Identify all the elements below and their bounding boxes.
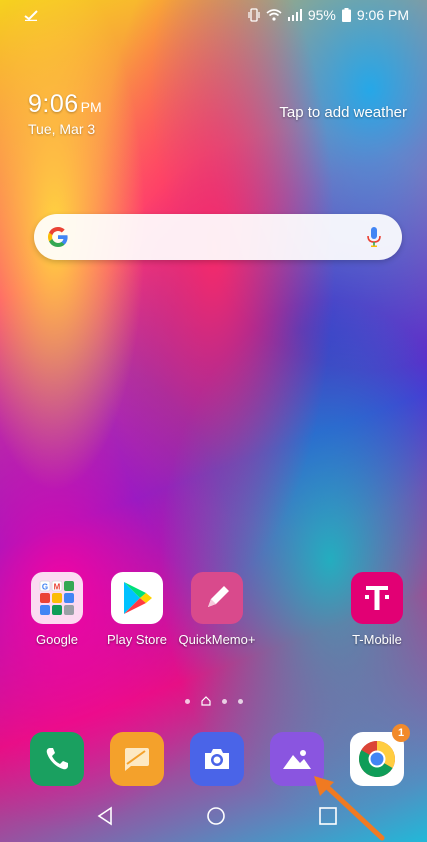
status-bar: 95% 9:06 PM (0, 0, 427, 30)
battery-icon (341, 8, 351, 22)
app-label: QuickMemo+ (178, 632, 256, 647)
play-store-icon (111, 572, 163, 624)
home-icon[interactable] (206, 806, 226, 826)
navigation-bar (0, 800, 427, 834)
google-folder-icon: G M (31, 572, 83, 624)
wifi-icon (266, 9, 282, 21)
recents-icon[interactable] (318, 806, 338, 826)
vibrate-icon (248, 8, 260, 22)
page-dot (184, 698, 190, 704)
page-indicator (0, 696, 427, 706)
phone-icon[interactable] (30, 732, 84, 786)
weather-widget[interactable]: Tap to add weather (279, 104, 407, 121)
svg-text:G: G (42, 583, 48, 592)
app-play-store[interactable]: Play Store (94, 572, 180, 647)
t-mobile-icon (351, 572, 403, 624)
clock-widget[interactable]: 9:06 PM Tue, Mar 3 (28, 90, 102, 137)
clock-ampm: PM (80, 99, 102, 115)
signal-icon (287, 9, 302, 21)
clock-date: Tue, Mar 3 (28, 121, 96, 137)
home-apps-row: G M Google Play Store QuickMemo+ T-Mobil… (0, 572, 427, 652)
svg-text:M: M (54, 583, 61, 592)
google-search-bar[interactable] (34, 214, 402, 260)
back-icon[interactable] (96, 806, 114, 826)
checkmark-notification-icon (24, 10, 38, 21)
notification-badge: 1 (392, 724, 410, 742)
page-dot (221, 698, 227, 704)
clock-time: 9:06 (28, 90, 79, 118)
app-label: Play Store (107, 632, 167, 647)
app-label: Google (36, 632, 78, 647)
status-time: 9:06 PM (356, 7, 409, 23)
messages-icon[interactable] (110, 732, 164, 786)
microphone-icon[interactable] (366, 226, 382, 248)
app-google-folder[interactable]: G M Google (14, 572, 100, 647)
page-dot (237, 698, 243, 704)
google-logo (48, 227, 68, 247)
camera-icon[interactable] (190, 732, 244, 786)
app-label: T-Mobile (352, 632, 402, 647)
app-quickmemo[interactable]: QuickMemo+ (174, 572, 260, 647)
app-t-mobile[interactable]: T-Mobile (334, 572, 420, 647)
quickmemo-icon (191, 572, 243, 624)
battery-percent: 95% (307, 7, 336, 23)
home-page-indicator-icon (200, 696, 211, 706)
